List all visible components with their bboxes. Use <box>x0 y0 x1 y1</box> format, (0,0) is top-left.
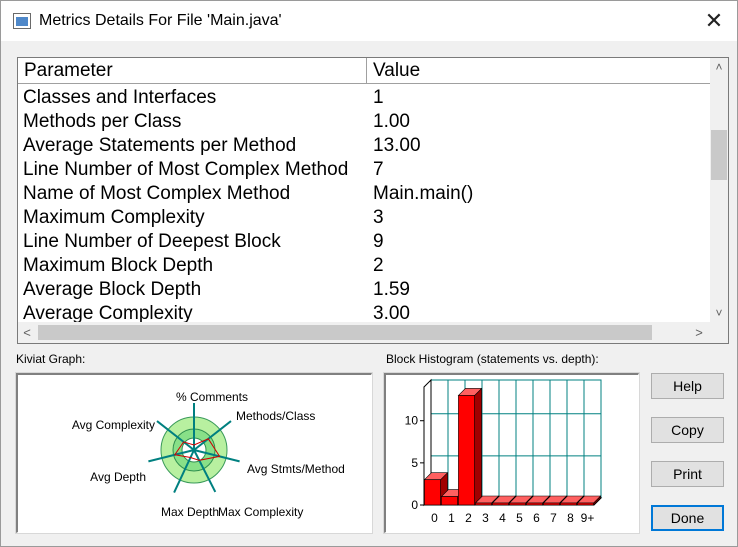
block-histogram-chart: 05100 1 2 3 4 5 6 7 8 9+ <box>405 378 603 525</box>
histogram-bar <box>560 502 577 506</box>
value-cell: 1.59 <box>373 279 410 300</box>
value-cell: 3.00 <box>373 303 410 322</box>
table-row[interactable]: Maximum Complexity 3 <box>18 206 710 230</box>
kiviat-graph-panel: % Comments Methods/Class Avg Stmts/Method M… <box>16 373 372 533</box>
parameter-cell: Maximum Block Depth <box>23 255 214 276</box>
kiviat-axis-label: % Comments <box>176 390 248 404</box>
kiviat-graph: % Comments Methods/Class Avg Stmts/Method M… <box>72 390 345 519</box>
value-cell: Main.main() <box>373 183 474 204</box>
scroll-up-icon[interactable]: ˄ <box>710 58 728 76</box>
histogram-bar <box>492 502 509 506</box>
value-cell: 1 <box>373 87 384 108</box>
kiviat-axis-label: Max Depth <box>161 505 219 519</box>
histogram-x-tick-label: 5 <box>516 511 523 525</box>
metrics-table[interactable]: Parameter Value Classes and Interfaces 1 M… <box>17 57 729 344</box>
window-app-icon <box>13 13 31 29</box>
histogram-x-tick-label: 8 <box>567 511 574 525</box>
histogram-y-tick-label: 0 <box>411 498 418 512</box>
value-cell: 7 <box>373 159 384 180</box>
value-cell: 9 <box>373 231 384 252</box>
kiviat-axis-label: Avg Complexity <box>72 418 155 432</box>
table-row[interactable]: Name of Most Complex Method Main.main() <box>18 182 710 206</box>
column-header-value[interactable]: Value <box>367 58 710 84</box>
table-row[interactable]: Average Complexity 3.00 <box>18 302 710 322</box>
scrollbar-corner <box>710 322 728 343</box>
value-cell: 13.00 <box>373 135 421 156</box>
scroll-down-icon[interactable]: ˅ <box>710 304 728 322</box>
metrics-details-window: Metrics Details For File 'Main.java' ✕ P… <box>0 0 738 547</box>
horizontal-scrollbar[interactable]: < > <box>18 322 710 343</box>
table-row[interactable]: Average Statements per Method 13.00 <box>18 134 710 158</box>
value-cell: 1.00 <box>373 111 410 132</box>
parameter-cell: Average Statements per Method <box>23 135 297 156</box>
histogram-x-tick-label: 6 <box>533 511 540 525</box>
table-row[interactable]: Average Block Depth 1.59 <box>18 278 710 302</box>
histogram-bar <box>577 502 594 506</box>
parameter-cell: Line Number of Most Complex Method <box>23 159 349 180</box>
histogram-x-tick-label: 7 <box>550 511 557 525</box>
parameter-cell: Maximum Complexity <box>23 207 205 228</box>
block-histogram-panel: 0 5 10 0 1 2 3 4 5 6 7 8 9+ <box>384 373 639 533</box>
histogram-bar <box>441 496 458 506</box>
vertical-scrollbar[interactable]: ˄ ˅ <box>710 58 728 322</box>
table-row[interactable]: Classes and Interfaces 1 <box>18 86 710 110</box>
histogram-bar <box>543 502 560 506</box>
kiviat-axis-label: Avg Stmts/Method <box>247 462 345 476</box>
histogram-x-tick-label: 9+ <box>581 511 595 525</box>
title-bar: Metrics Details For File 'Main.java' ✕ <box>1 1 737 41</box>
table-row[interactable]: Line Number of Deepest Block 9 <box>18 230 710 254</box>
histogram-x-tick-label: 2 <box>465 511 472 525</box>
histogram-x-tick-label: 1 <box>448 511 455 525</box>
copy-button[interactable]: Copy <box>651 417 724 443</box>
scroll-right-icon[interactable]: > <box>690 322 708 343</box>
close-icon[interactable]: ✕ <box>691 1 737 41</box>
kiviat-axis-label: Max Complexity <box>218 505 303 519</box>
table-header: Parameter Value <box>18 58 710 84</box>
histogram-x-tick-label: 0 <box>431 511 438 525</box>
table-row[interactable]: Methods per Class 1.00 <box>18 110 710 134</box>
histogram-bar <box>424 479 441 506</box>
parameter-cell: Average Block Depth <box>23 279 202 300</box>
table-body: Classes and Interfaces 1 Methods per Class… <box>18 86 710 322</box>
block-histogram-label: Block Histogram (statements vs. depth): <box>386 352 599 366</box>
parameter-cell: Line Number of Deepest Block <box>23 231 281 252</box>
horizontal-scroll-thumb[interactable] <box>38 325 652 340</box>
parameter-cell: Methods per Class <box>23 111 182 132</box>
table-row[interactable]: Line Number of Most Complex Method 7 <box>18 158 710 182</box>
value-cell: 2 <box>373 255 384 276</box>
histogram-y-tick-label: 10 <box>405 414 419 428</box>
histogram-x-tick-label: 3 <box>482 511 489 525</box>
column-header-parameter[interactable]: Parameter <box>18 58 367 84</box>
histogram-bar <box>509 502 526 506</box>
kiviat-graph-label: Kiviat Graph: <box>16 352 86 366</box>
kiviat-axis-label: Methods/Class <box>236 409 315 423</box>
value-cell: 3 <box>373 207 384 228</box>
table-row[interactable]: Maximum Block Depth 2 <box>18 254 710 278</box>
parameter-cell: Average Complexity <box>23 303 193 322</box>
help-button[interactable]: Help <box>651 373 724 399</box>
histogram-bar <box>475 502 492 506</box>
done-button[interactable]: Done <box>651 505 724 531</box>
histogram-y-tick-label: 5 <box>411 456 418 470</box>
print-button[interactable]: Print <box>651 461 724 487</box>
parameter-cell: Name of Most Complex Method <box>23 183 291 204</box>
kiviat-axis-label: Avg Depth <box>90 470 146 484</box>
histogram-x-tick-label: 4 <box>499 511 506 525</box>
histogram-bar-side <box>474 387 482 506</box>
vertical-scroll-thumb[interactable] <box>711 130 727 180</box>
window-title: Metrics Details For File 'Main.java' <box>39 12 282 29</box>
scroll-left-icon[interactable]: < <box>18 322 36 343</box>
histogram-bar <box>526 502 543 506</box>
histogram-bar <box>458 395 475 506</box>
parameter-cell: Classes and Interfaces <box>23 87 217 108</box>
